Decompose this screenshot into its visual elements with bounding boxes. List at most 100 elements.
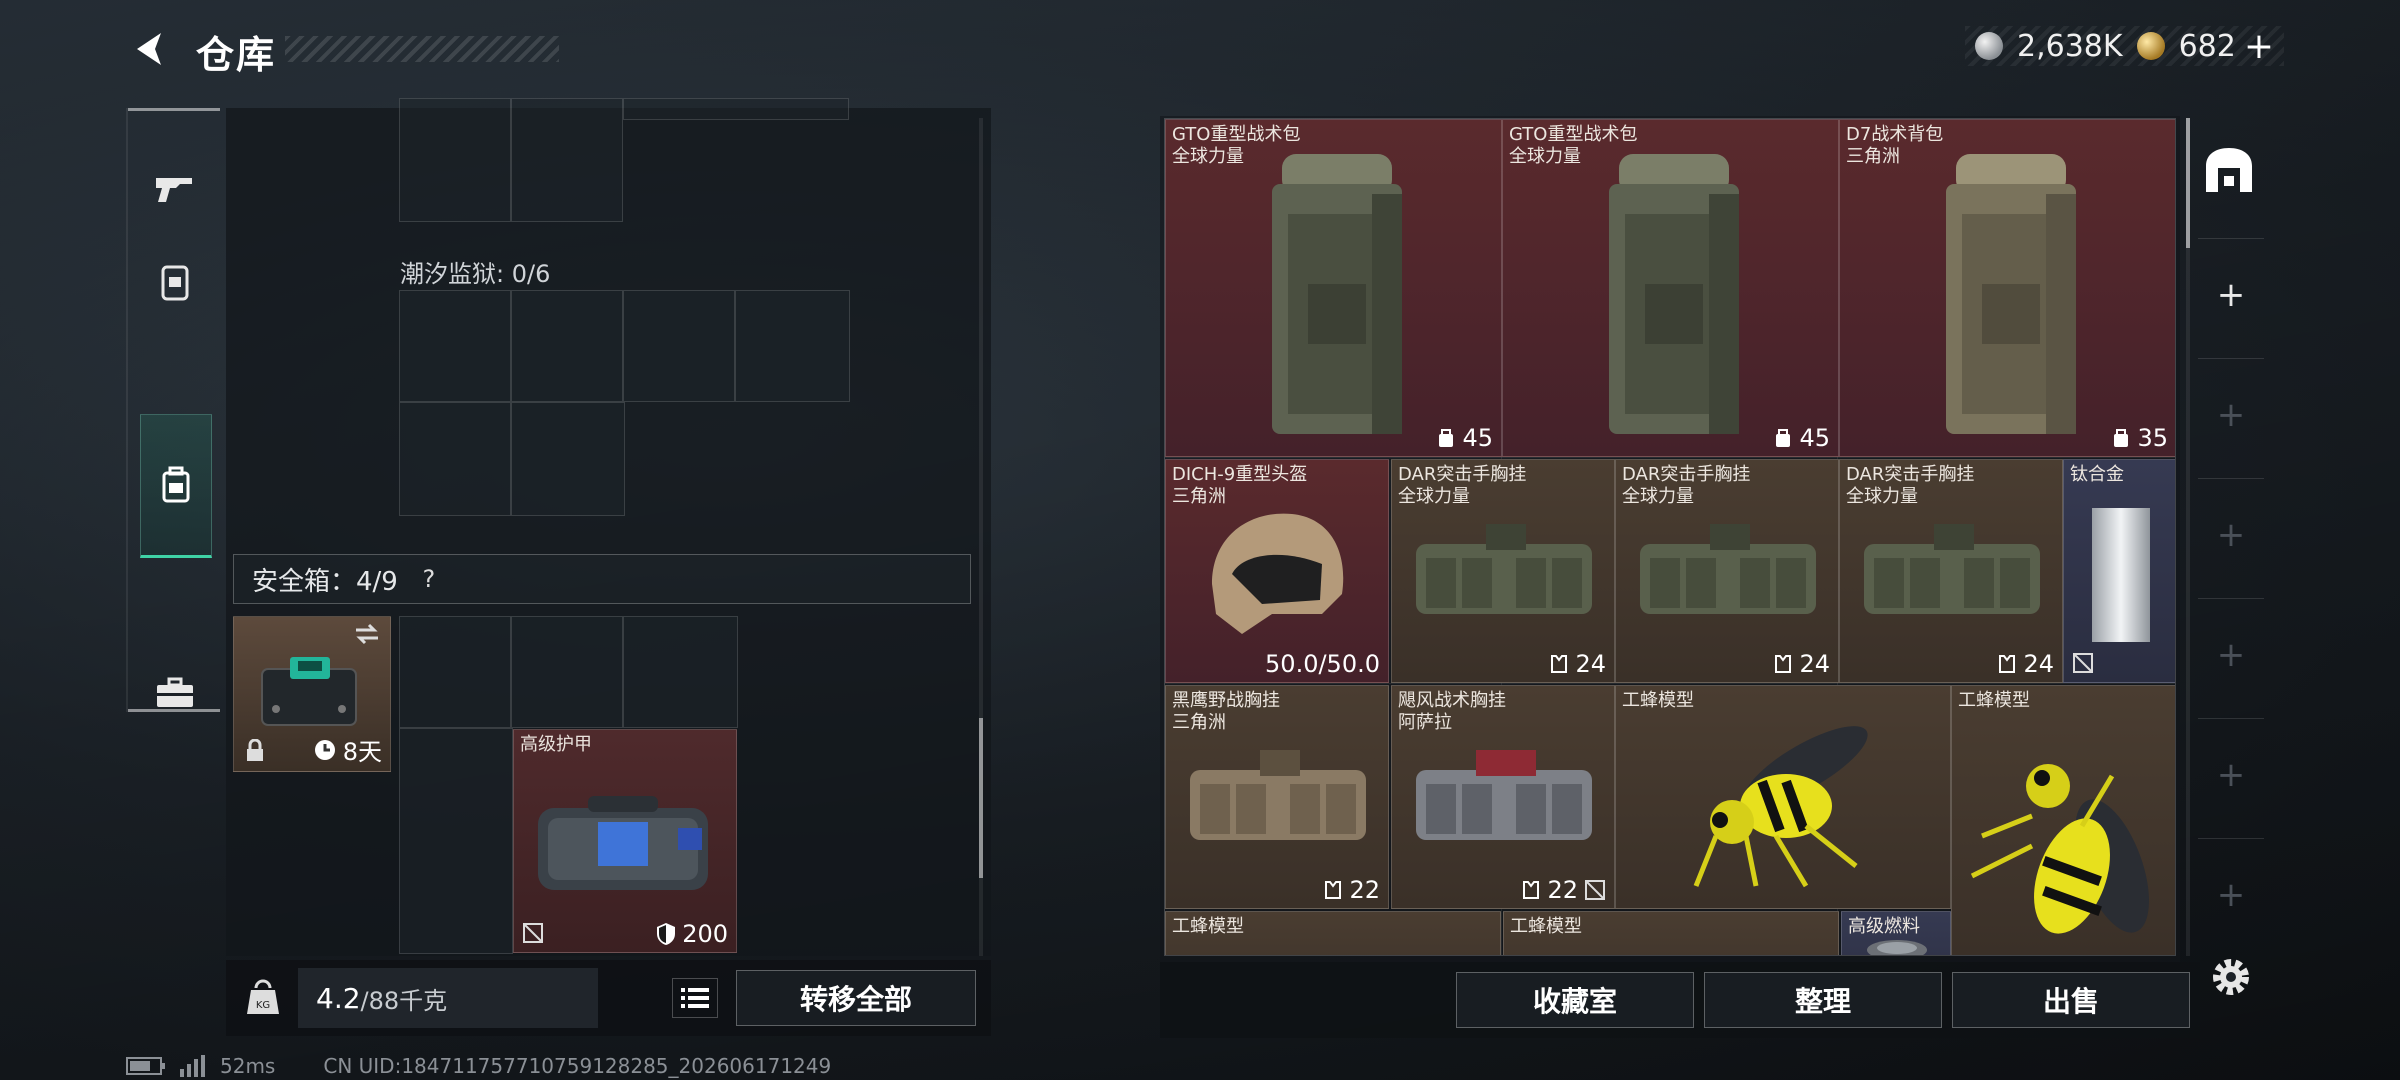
- slot-cell[interactable]: [623, 98, 849, 120]
- slot-cell[interactable]: [399, 98, 511, 222]
- inventory-item[interactable]: 飓风战术胸挂 阿萨拉 22: [1391, 685, 1615, 909]
- item-count: 50.0/50.0: [1265, 650, 1380, 678]
- ping-text: 52ms: [220, 1054, 276, 1078]
- armor-durability: 200: [656, 920, 728, 948]
- prison-slot[interactable]: [511, 402, 625, 516]
- item-count: 45: [1773, 424, 1830, 452]
- inventory-item[interactable]: 高级燃料: [1841, 911, 1951, 955]
- inventory-item[interactable]: 工蜂模型: [1165, 911, 1501, 955]
- prison-slot[interactable]: [623, 290, 735, 402]
- bee-model-picture: [1970, 764, 2149, 934]
- rail-separator: [2198, 718, 2264, 719]
- item-name: 钛合金: [2070, 464, 2124, 485]
- item-name: GTO重型战术包 全球力量: [1172, 124, 1301, 167]
- rail-separator: [2198, 238, 2264, 239]
- back-button[interactable]: [126, 26, 176, 72]
- left-scrollbar[interactable]: [979, 118, 983, 956]
- armor-icon: [161, 265, 189, 301]
- add-storage-button[interactable]: +: [2216, 275, 2246, 315]
- tabs-top-line: [128, 108, 220, 111]
- item-count: 24: [1773, 650, 1830, 678]
- add-storage-button-locked[interactable]: +: [2216, 755, 2246, 795]
- backpack-capacity-icon: [2114, 429, 2129, 447]
- vest-capacity-icon: [1523, 881, 1540, 899]
- warehouse-icon: [2206, 148, 2252, 192]
- storage-rail: + + + + + +: [2190, 108, 2272, 956]
- lock-icon: [247, 739, 263, 761]
- backpack-picture: [1609, 154, 1739, 434]
- add-storage-button-locked[interactable]: +: [2216, 875, 2246, 915]
- vest-capacity-icon: [1775, 655, 1792, 673]
- backpack-capacity-icon: [1776, 429, 1791, 447]
- no-insure-icon: [2073, 653, 2093, 673]
- inventory-item[interactable]: GTO重型战术包 全球力量 45: [1165, 119, 1502, 457]
- shield-icon: [657, 923, 676, 945]
- sell-button[interactable]: 出售: [1952, 972, 2190, 1028]
- inventory-item[interactable]: DAR突击手胸挂 全球力量 24: [1615, 459, 1839, 683]
- uid-text: CN UID:18471175771075912828​5_2026061712…: [323, 1054, 832, 1078]
- transfer-all-button[interactable]: 转移全部: [736, 970, 976, 1026]
- rail-separator: [2198, 598, 2264, 599]
- add-storage-button-locked[interactable]: +: [2216, 635, 2246, 675]
- prison-slot[interactable]: [399, 402, 511, 516]
- inventory-item[interactable]: DAR突击手胸挂 全球力量 24: [1391, 459, 1615, 683]
- chest-rig-picture: [1416, 750, 1592, 840]
- settings-gear-icon[interactable]: [2206, 952, 2256, 1002]
- header: 仓库 2,638K 682 +: [0, 0, 2400, 100]
- inventory-item[interactable]: 黑鹰野战胸挂 三角洲 22: [1165, 685, 1389, 909]
- inventory-item[interactable]: 工蜂模型: [1951, 685, 2175, 955]
- item-name: DAR突击手胸挂 全球力量: [1398, 464, 1527, 507]
- slot-cell[interactable]: [511, 98, 623, 222]
- safebox-slot[interactable]: [399, 728, 513, 954]
- swap-icon[interactable]: [354, 623, 380, 645]
- inventory-item[interactable]: 钛合金: [2063, 459, 2175, 683]
- armor-bag-picture: [538, 796, 708, 890]
- fuel-picture: [1867, 940, 1927, 955]
- storage-main-button[interactable]: [2198, 140, 2260, 202]
- add-currency-button[interactable]: +: [2244, 26, 2274, 67]
- chest-rig-picture: [1190, 750, 1366, 840]
- gold-coin-icon: [2136, 32, 2165, 60]
- svg-text:KG: KG: [256, 1000, 270, 1011]
- safebox-item[interactable]: 8天: [233, 616, 391, 772]
- bee-model-picture: [1693, 726, 1868, 888]
- item-name: GTO重型战术包 全球力量: [1509, 124, 1638, 167]
- sort-button[interactable]: 整理: [1704, 972, 1942, 1028]
- weight-display: 4.2 /88千克: [298, 968, 598, 1028]
- tab-armor[interactable]: [140, 228, 210, 338]
- add-storage-button-locked[interactable]: +: [2216, 395, 2246, 435]
- safebox-slot[interactable]: [399, 616, 511, 728]
- tab-case[interactable]: [140, 638, 210, 748]
- armor-item[interactable]: 高级护甲 200: [513, 729, 737, 953]
- collection-room-button[interactable]: 收藏室: [1456, 972, 1694, 1028]
- rail-separator: [2198, 358, 2264, 359]
- list-icon: [681, 988, 709, 1008]
- item-name: D7战术背包 三角洲: [1846, 124, 1944, 167]
- list-view-button[interactable]: [672, 978, 718, 1018]
- inventory-item[interactable]: D7战术背包 三角洲 35: [1839, 119, 2175, 457]
- back-arrow-icon: [137, 33, 161, 65]
- add-storage-button-locked[interactable]: +: [2216, 515, 2246, 555]
- tab-equipment[interactable]: [140, 414, 212, 558]
- safebox-slot[interactable]: [511, 616, 623, 728]
- title-decoration: [285, 36, 559, 62]
- backpack-icon: [162, 466, 190, 503]
- safebox-slot[interactable]: [623, 616, 738, 728]
- titanium-picture: [2092, 508, 2150, 642]
- prison-slot[interactable]: [399, 290, 511, 402]
- prison-slot[interactable]: [511, 290, 623, 402]
- inventory-item[interactable]: DAR突击手胸挂 全球力量 24: [1839, 459, 2063, 683]
- prison-slot[interactable]: [735, 290, 850, 402]
- inventory-item[interactable]: 工蜂模型: [1615, 685, 1951, 909]
- inventory-item[interactable]: DICH-9重型头盔 三角洲 50.0/50.0: [1165, 459, 1389, 683]
- category-tabs: [126, 108, 220, 712]
- chest-rig-picture: [1416, 524, 1592, 614]
- safebox-help-button[interactable]: ?: [414, 564, 444, 594]
- left-scroll-thumb[interactable]: [979, 718, 983, 878]
- item-name: 飓风战术胸挂 阿萨拉: [1398, 690, 1506, 733]
- item-name: 黑鹰野战胸挂 三角洲: [1172, 690, 1280, 733]
- safebox-label: 安全箱：4/9: [252, 566, 398, 597]
- inventory-item[interactable]: 工蜂模型: [1503, 911, 1839, 955]
- tabs-bottom-line: [128, 709, 220, 712]
- inventory-item[interactable]: GTO重型战术包 全球力量 45: [1502, 119, 1839, 457]
